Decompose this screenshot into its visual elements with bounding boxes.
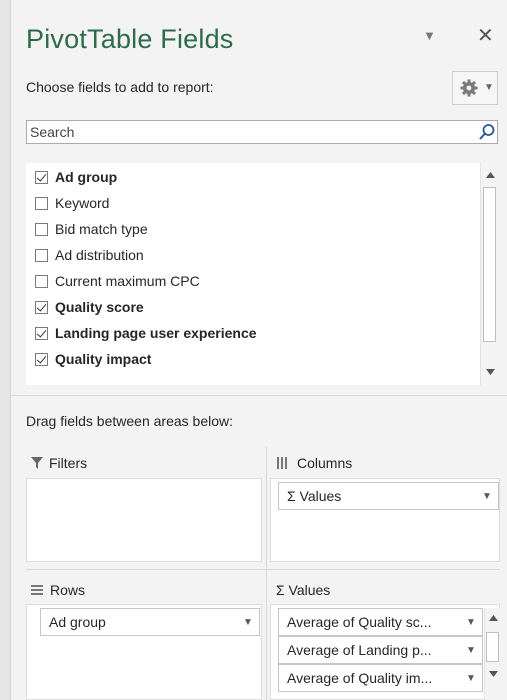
close-icon[interactable]: ✕: [477, 26, 494, 46]
rows-drop-area[interactable]: Ad group ▼: [26, 604, 262, 700]
field-checkbox[interactable]: [35, 274, 48, 288]
scroll-thumb[interactable]: [486, 632, 499, 662]
values-scrollbar[interactable]: [484, 608, 500, 700]
columns-label: Columns: [297, 455, 353, 471]
field-bid-match-type[interactable]: Bid match type: [26, 216, 486, 242]
search-input[interactable]: [27, 121, 470, 143]
area-divider-vertical: [266, 447, 267, 700]
chevron-down-icon[interactable]: ▼: [460, 673, 482, 684]
columns-drop-area[interactable]: Σ Values ▼: [270, 478, 500, 562]
rows-item-ad-group[interactable]: Ad group ▼: [40, 608, 260, 636]
rows-label: Rows: [50, 582, 86, 598]
filters-header: Filters: [31, 455, 87, 471]
chip-label: Average of Quality sc...: [287, 614, 432, 630]
field-label: Landing page user experience: [55, 325, 257, 341]
chip-label: Average of Landing p...: [287, 642, 432, 658]
field-quality-score[interactable]: Quality score: [26, 294, 486, 320]
scroll-up-icon[interactable]: [487, 612, 499, 624]
choose-fields-label: Choose fields to add to report:: [26, 79, 214, 95]
values-header: Σ Values: [276, 582, 330, 598]
section-divider: [11, 395, 507, 396]
rows-header: Rows: [31, 582, 85, 598]
filters-label: Filters: [49, 455, 88, 471]
filter-icon: [31, 457, 43, 469]
scroll-down-icon[interactable]: [483, 364, 497, 380]
columns-icon: [277, 457, 290, 469]
area-divider: [26, 569, 500, 570]
field-checkbox[interactable]: [35, 170, 48, 184]
field-ad-distribution[interactable]: Ad distribution: [26, 242, 486, 268]
chevron-down-icon[interactable]: ▼: [237, 617, 259, 628]
scroll-down-icon[interactable]: [487, 668, 499, 680]
rows-icon: [31, 585, 43, 595]
field-label: Bid match type: [55, 221, 148, 237]
field-label: Quality impact: [55, 351, 152, 367]
field-label: Ad distribution: [55, 247, 144, 263]
filters-drop-area[interactable]: [26, 478, 262, 562]
field-current-maximum-cpc[interactable]: Current maximum CPC: [26, 268, 486, 294]
tools-button[interactable]: ▼: [452, 71, 498, 105]
field-list: Ad group Keyword Bid match type Ad distr…: [26, 163, 498, 385]
field-label: Keyword: [55, 195, 110, 211]
columns-header: Columns: [277, 455, 352, 471]
field-checkbox[interactable]: [35, 300, 48, 314]
chevron-down-icon[interactable]: ▼: [476, 491, 498, 502]
chevron-down-icon[interactable]: ▼: [460, 645, 482, 656]
chip-label: Average of Quality im...: [287, 670, 433, 686]
values-drop-area[interactable]: Average of Quality sc... ▼ Average of La…: [270, 604, 500, 700]
task-pane-options-icon[interactable]: ▼: [423, 28, 436, 43]
chip-label: Ad group: [49, 614, 106, 630]
values-item-quality-impact[interactable]: Average of Quality im... ▼: [278, 664, 483, 692]
field-checkbox[interactable]: [35, 248, 48, 262]
pane-title: PivotTable Fields: [26, 24, 234, 54]
chip-label: Σ Values: [287, 488, 342, 504]
field-landing-page-user-experience[interactable]: Landing page user experience: [26, 320, 486, 346]
field-checkbox[interactable]: [35, 222, 48, 236]
chevron-down-icon[interactable]: ▼: [460, 617, 482, 628]
pivottable-fields-pane: PivotTable Fields ▼ ✕ Choose fields to a…: [10, 0, 507, 700]
field-keyword[interactable]: Keyword: [26, 190, 486, 216]
field-quality-impact[interactable]: Quality impact: [26, 346, 486, 372]
values-item-landing-page[interactable]: Average of Landing p... ▼: [278, 636, 483, 664]
values-item-quality-score[interactable]: Average of Quality sc... ▼: [278, 608, 483, 636]
field-checkbox[interactable]: [35, 196, 48, 210]
search-icon[interactable]: [478, 123, 496, 146]
columns-item-values[interactable]: Σ Values ▼: [278, 482, 499, 510]
field-ad-group[interactable]: Ad group: [26, 164, 486, 190]
field-label: Quality score: [55, 299, 144, 315]
field-label: Current maximum CPC: [55, 273, 200, 289]
field-checkbox[interactable]: [35, 326, 48, 340]
field-list-scrollbar[interactable]: [480, 163, 498, 385]
chevron-down-icon: ▼: [484, 82, 494, 93]
gear-icon: [459, 78, 479, 103]
field-label: Ad group: [55, 169, 118, 185]
drag-fields-label: Drag fields between areas below:: [26, 413, 234, 429]
scroll-up-icon[interactable]: [483, 167, 497, 183]
field-checkbox[interactable]: [35, 352, 48, 366]
scroll-thumb[interactable]: [483, 187, 496, 342]
search-box[interactable]: [26, 120, 498, 144]
values-label: Σ Values: [276, 582, 331, 598]
